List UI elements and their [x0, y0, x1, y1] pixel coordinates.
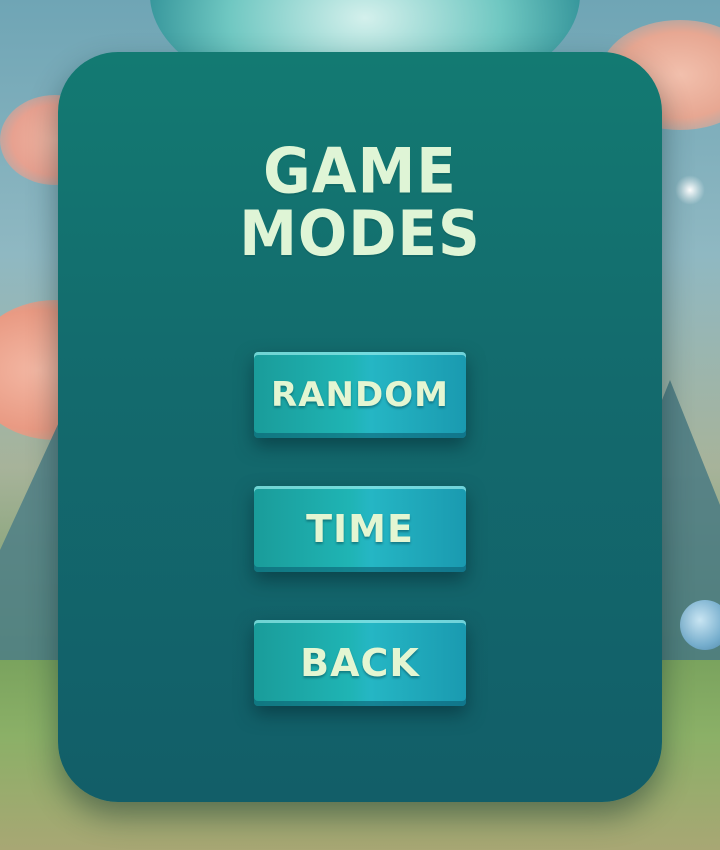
random-mode-label: RANDOM [271, 375, 449, 415]
menu-title-line2: MODES [239, 196, 481, 271]
menu-title: GAME MODES [58, 139, 662, 264]
game-modes-panel: GAME MODES RANDOM TIME BACK [58, 52, 662, 802]
time-mode-label: TIME [306, 507, 414, 551]
menu-title-line1: GAME [263, 133, 457, 208]
time-mode-button[interactable]: TIME [254, 486, 466, 572]
back-label: BACK [300, 641, 420, 685]
background-star [675, 175, 705, 205]
random-mode-button[interactable]: RANDOM [254, 352, 466, 438]
back-button[interactable]: BACK [254, 620, 466, 706]
